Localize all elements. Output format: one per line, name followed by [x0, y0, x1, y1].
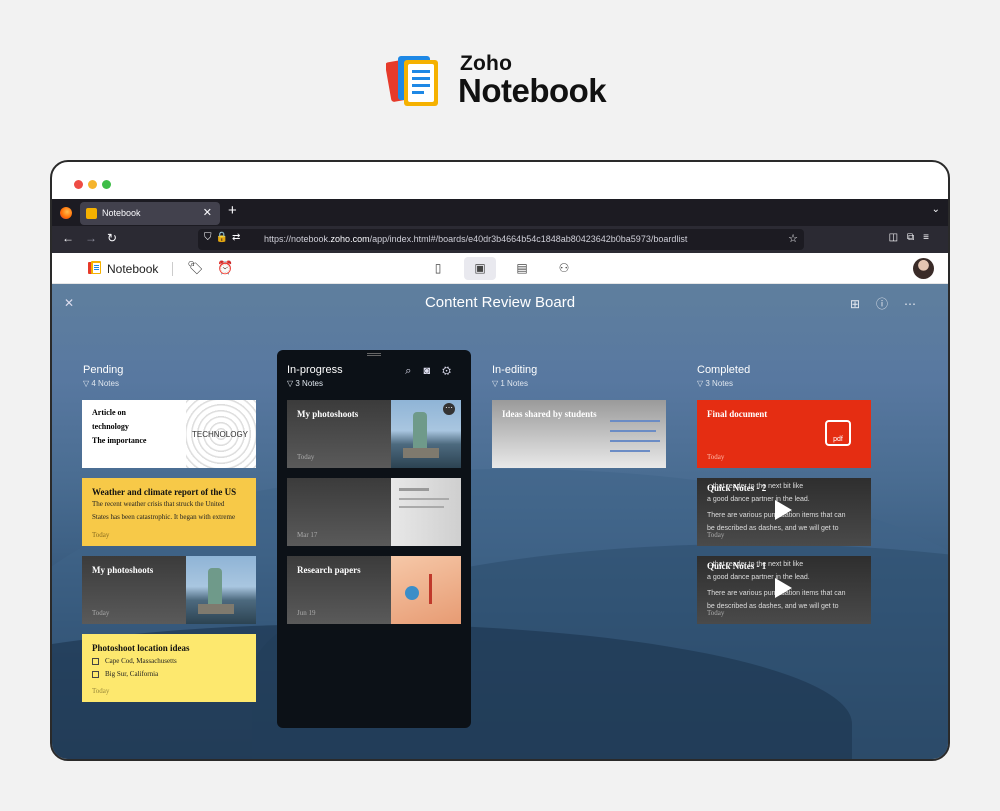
pdf-icon: pdf — [825, 420, 851, 446]
sidebar-view-icon[interactable]: ▯ — [422, 257, 454, 280]
maximize-window-dot[interactable] — [102, 180, 111, 189]
new-tab-icon[interactable]: + — [228, 202, 237, 219]
research-infographic-thumbnail — [391, 556, 461, 624]
statue-of-liberty-photo: ⋯ — [391, 400, 461, 468]
note-count: ▽ 4 Notes — [83, 379, 119, 388]
notebook-logo-icon[interactable] — [88, 261, 102, 275]
browser-extension-icons[interactable]: ◫⧉≡ — [889, 232, 938, 243]
close-tab-icon[interactable]: ✕ — [203, 206, 212, 219]
note-card[interactable]: ...that reader to the next bit like a go… — [697, 478, 871, 546]
brand-notebook: Notebook — [458, 72, 607, 109]
play-icon[interactable] — [775, 500, 792, 520]
shared-users-icon[interactable]: ⚇ — [548, 257, 580, 280]
note-count: ▽ 3 Notes — [697, 379, 733, 388]
checklist-item[interactable]: Cape Cod, Massachusetts — [92, 655, 177, 668]
column-header-pending: Pending ▽ 4 Notes — [83, 364, 124, 388]
board-view-icon[interactable]: ▣ — [464, 257, 496, 280]
reminder-alarm-icon[interactable]: ⏰ — [217, 260, 233, 276]
firefox-icon[interactable] — [60, 207, 72, 219]
note-view-icon[interactable]: ▤ — [506, 257, 538, 280]
forward-icon[interactable]: → — [85, 231, 97, 245]
user-avatar[interactable] — [913, 258, 934, 279]
security-icons[interactable]: ⛉🔒⇄ — [204, 232, 244, 243]
app-header: Notebook 🏷 ⏰ ▯ ▣ ▤ ⚇ — [52, 253, 948, 284]
divider — [172, 262, 173, 276]
reload-icon[interactable]: ↻ — [107, 231, 117, 245]
checkbox[interactable] — [92, 657, 99, 665]
statue-of-liberty-photo — [186, 556, 256, 624]
column-header-inprogress: In-progress ▽ 3 Notes — [287, 364, 343, 388]
column-tools[interactable]: ⌕◙⚙ — [405, 365, 463, 378]
board-actions[interactable]: ⊞ⓘ⋯ — [850, 295, 932, 312]
checklist-item[interactable]: Big Sur, California — [92, 668, 177, 681]
note-card[interactable]: ...that reader to the next bit like a go… — [697, 556, 871, 624]
column-header-completed: Completed ▽ 3 Notes — [697, 364, 751, 388]
note-count: ▽ 3 Notes — [287, 379, 323, 388]
window-controls — [74, 176, 116, 194]
note-count: ▽ 1 Notes — [492, 379, 528, 388]
note-card[interactable]: My photoshoots Today — [82, 556, 256, 624]
note-card[interactable]: Final document Today pdf — [697, 400, 871, 468]
handwritten-notes-thumbnail — [604, 400, 666, 468]
url-text[interactable]: https://notebook.zoho.com/app/index.html… — [264, 234, 687, 244]
note-card[interactable]: Weather and climate report of the US The… — [82, 478, 256, 546]
board-canvas: ✕ Content Review Board ⊞ⓘ⋯ Pending ▽ 4 N… — [52, 284, 948, 759]
tag-icon[interactable]: 🏷 — [187, 260, 204, 276]
tab-title: Notebook — [102, 208, 141, 218]
note-card[interactable]: Article on technology The importance TEC… — [82, 400, 256, 468]
board-title: Content Review Board — [424, 294, 576, 311]
document-thumbnail — [391, 478, 461, 546]
note-card[interactable]: My photoshoots Today ⋯ — [287, 400, 461, 468]
notebook-logo-icon — [386, 56, 438, 106]
note-card[interactable]: Ideas shared by students — [492, 400, 666, 468]
device-frame: Notebook ✕ + ⌄ ← → ↻ ⛉🔒⇄ https://noteboo… — [50, 160, 950, 761]
browser-tabbar: Notebook ✕ + ⌄ — [52, 199, 948, 226]
column-header-inediting: In-editing ▽ 1 Notes — [492, 364, 538, 388]
more-options-icon[interactable]: ⋯ — [443, 403, 455, 415]
browser-toolbar: ← → ↻ ⛉🔒⇄ https://notebook.zoho.com/app/… — [52, 226, 948, 253]
note-card[interactable]: Mar 17 — [287, 478, 461, 546]
address-bar[interactable]: ⛉🔒⇄ https://notebook.zoho.com/app/index.… — [198, 229, 804, 250]
back-icon[interactable]: ← — [62, 231, 74, 245]
close-window-dot[interactable] — [74, 180, 83, 189]
favicon-icon — [86, 208, 97, 219]
note-card[interactable]: Research papers Jun 19 — [287, 556, 461, 624]
brand-header: Zoho Notebook — [386, 50, 616, 110]
note-card[interactable]: Photoshoot location ideas Cape Cod, Mass… — [82, 634, 256, 702]
minimize-window-dot[interactable] — [88, 180, 97, 189]
technology-thumbnail: TECHNOLOGY — [186, 400, 256, 468]
app-name[interactable]: Notebook — [107, 262, 158, 276]
drag-handle[interactable] — [367, 353, 381, 356]
checkbox[interactable] — [92, 670, 99, 678]
bookmark-star-icon[interactable]: ☆ — [788, 232, 798, 245]
play-icon[interactable] — [775, 578, 792, 598]
tab-list-chevron-icon[interactable]: ⌄ — [932, 204, 940, 215]
browser-tab[interactable]: Notebook ✕ — [80, 202, 220, 225]
